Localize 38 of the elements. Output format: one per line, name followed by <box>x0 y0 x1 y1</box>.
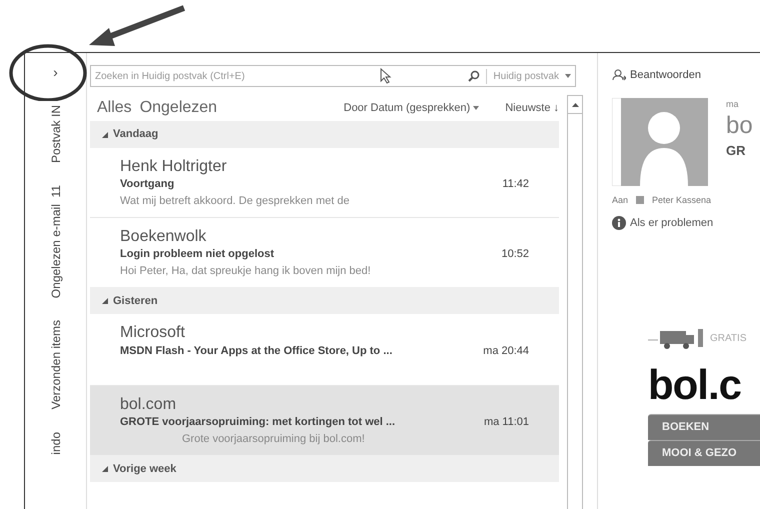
caret-icon[interactable] <box>565 74 571 78</box>
reply-button[interactable]: Beantwoorden <box>612 67 760 84</box>
avatar-icon <box>612 98 708 186</box>
recipient-name[interactable]: Peter Kassena <box>652 194 712 207</box>
reply-icon <box>612 69 626 82</box>
expand-triangle-icon[interactable] <box>102 132 108 138</box>
contact-icon <box>636 196 644 204</box>
info-icon <box>612 216 626 230</box>
filter-tab[interactable]: Alles <box>97 96 132 120</box>
filter-tab[interactable]: Ongelezen <box>140 96 218 120</box>
folder-item[interactable]: Ongelezen e-mail 11 <box>46 185 64 298</box>
search-icon[interactable] <box>468 70 480 82</box>
folder-item[interactable]: Postvak IN <box>46 105 64 164</box>
truck-icon <box>648 328 704 350</box>
category-button[interactable]: BOEKEN <box>648 414 760 440</box>
subject-text: GR <box>726 142 746 160</box>
expand-triangle-icon[interactable] <box>102 466 108 472</box>
message-item[interactable]: bol.com GROTE voorjaarsopruiming: met kortingen tot wel ... ma 11:01 Grote voorjaarsopruiming bij bol.com! <box>90 385 560 456</box>
scroll-up-icon[interactable] <box>572 102 579 106</box>
to-label: Aan <box>612 194 628 206</box>
group-header[interactable]: Vandaag <box>90 121 560 148</box>
logo-text: bol.c <box>648 364 742 406</box>
shipping-text: GRATIS <box>710 332 746 346</box>
category-button[interactable]: MOOI & GEZO <box>648 440 760 466</box>
sort-dropdown[interactable]: Door Datum (gesprekken) <box>344 100 480 116</box>
folder-item[interactable]: Verzonden items <box>46 320 64 410</box>
sender-name: bo <box>726 113 753 140</box>
info-message: Als er problemen <box>630 216 714 231</box>
cursor-icon <box>380 68 392 84</box>
folder-item[interactable]: indo <box>46 432 64 454</box>
group-header[interactable]: Gisteren <box>90 287 560 314</box>
expand-button[interactable]: › <box>53 61 58 83</box>
scrollbar[interactable] <box>567 95 583 509</box>
date-text: ma <box>726 98 740 110</box>
sort-order-button[interactable]: Nieuwste ↓ <box>505 100 560 116</box>
caret-icon[interactable] <box>473 106 480 110</box>
expand-triangle-icon[interactable] <box>102 298 108 304</box>
group-header[interactable]: Vorige week <box>90 455 560 482</box>
